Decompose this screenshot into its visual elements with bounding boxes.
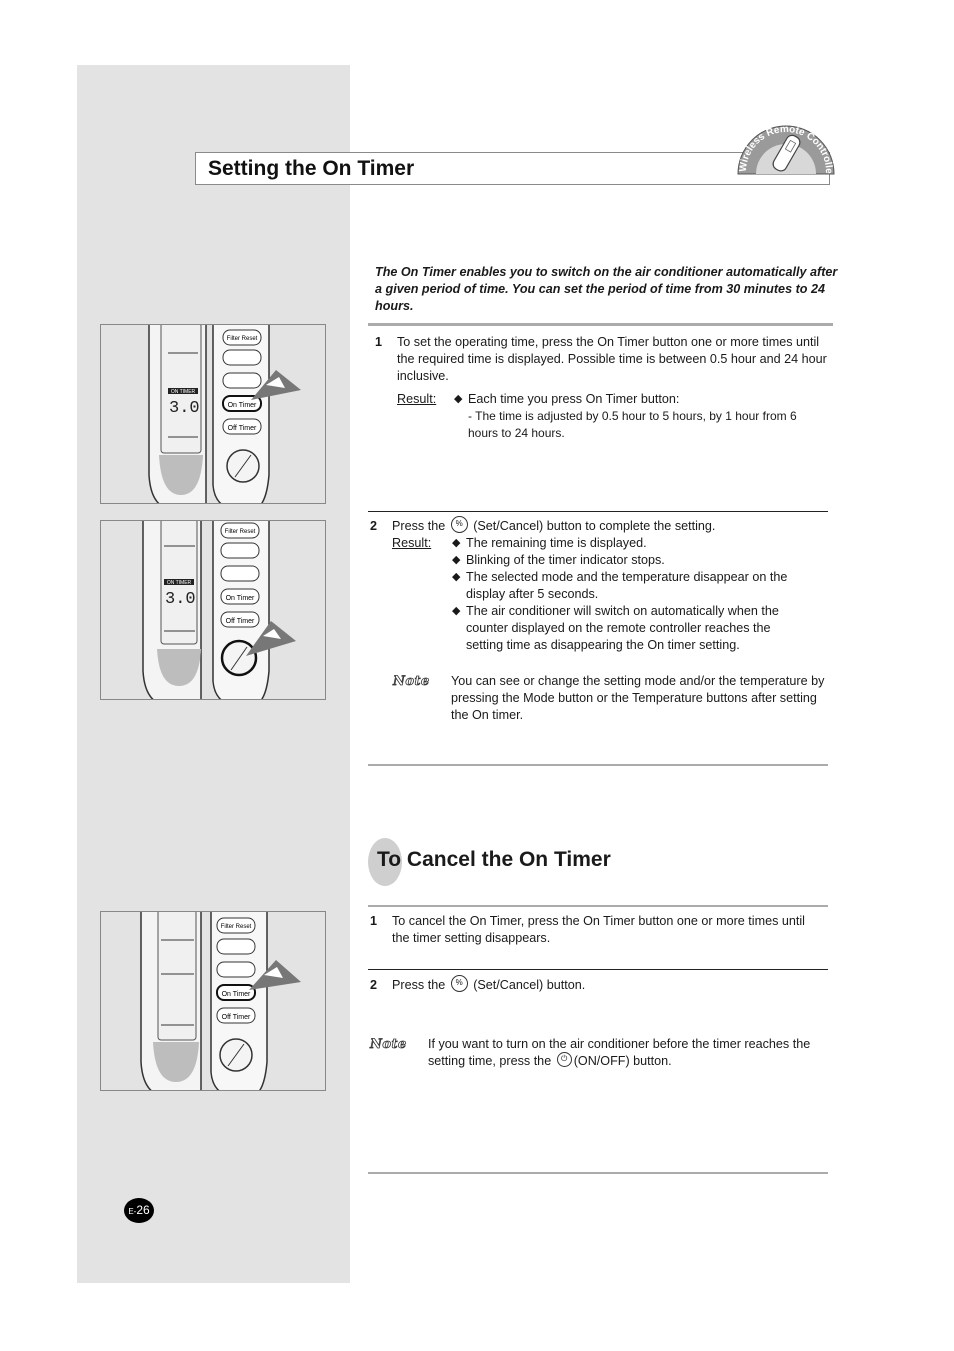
set-cancel-icon: % bbox=[450, 975, 468, 993]
divider bbox=[368, 1172, 828, 1174]
result-bullet: The air conditioner will switch on autom… bbox=[452, 603, 811, 654]
step-number: 1 bbox=[375, 335, 383, 349]
note-text-part: (ON/OFF) button. bbox=[573, 1054, 672, 1068]
result-bullet: Each time you press On Timer button: bbox=[454, 391, 834, 408]
step-number: 2 bbox=[370, 519, 378, 533]
remote-illustration-icon: ON TIMER 3.0 Filter Reset On Timer Off T… bbox=[142, 521, 296, 699]
page-title: Setting the On Timer bbox=[208, 157, 415, 180]
svg-text:ON TIMER: ON TIMER bbox=[167, 580, 192, 586]
svg-text:Filter Reset: Filter Reset bbox=[221, 924, 252, 930]
remote-illustration-icon: ON TIMER 3.0 Filter Reset On Timer Off T… bbox=[148, 325, 301, 503]
divider bbox=[368, 511, 828, 512]
cancel-title: To Cancel the On Timer bbox=[377, 848, 611, 871]
set-cancel-icon: % bbox=[450, 516, 468, 534]
svg-text:Filter Reset: Filter Reset bbox=[225, 529, 256, 535]
step-text: Press the bbox=[392, 519, 446, 533]
step-text: (Set/Cancel) button to complete the sett… bbox=[473, 519, 716, 533]
svg-text:3.0: 3.0 bbox=[169, 399, 200, 418]
svg-text:Off Timer: Off Timer bbox=[226, 618, 255, 625]
page-number-badge: E-26 bbox=[124, 1198, 154, 1223]
page-number: 26 bbox=[136, 1203, 150, 1217]
svg-text:Off Timer: Off Timer bbox=[228, 425, 257, 432]
remote-figure-3: Filter Reset On Timer Off Timer bbox=[100, 911, 326, 1091]
divider bbox=[368, 969, 828, 970]
step-text: To cancel the On Timer, press the On Tim… bbox=[392, 914, 805, 945]
remote-illustration-icon: Filter Reset On Timer Off Timer bbox=[140, 912, 301, 1090]
result-label: Result: bbox=[397, 392, 437, 406]
svg-text:On Timer: On Timer bbox=[226, 595, 255, 602]
svg-text:Off Timer: Off Timer bbox=[222, 1014, 251, 1021]
result-sub: - The time is adjusted by 0.5 hour to 5 … bbox=[468, 409, 797, 440]
result-bullet: The selected mode and the temperature di… bbox=[452, 569, 816, 603]
wireless-remote-badge-icon: Wireless Remote Controller bbox=[734, 116, 835, 175]
step-text: Press the bbox=[392, 978, 446, 992]
power-icon: ⏻ bbox=[556, 1052, 572, 1068]
note-label: Note bbox=[393, 674, 430, 690]
result-bullet: Blinking of the timer indicator stops. bbox=[452, 552, 827, 569]
svg-text:Filter Reset: Filter Reset bbox=[227, 336, 258, 342]
result-label: Result: bbox=[392, 536, 432, 551]
divider bbox=[368, 323, 833, 326]
note-text: If you want to turn on the air condition… bbox=[428, 1036, 828, 1070]
remote-figure-2: ON TIMER 3.0 Filter Reset On Timer Off T… bbox=[100, 520, 326, 700]
step-text: To set the operating time, press the On … bbox=[397, 335, 827, 383]
svg-text:3.0: 3.0 bbox=[165, 590, 196, 609]
divider bbox=[368, 905, 828, 907]
intro-text: The On Timer enables you to switch on th… bbox=[375, 265, 838, 313]
svg-text:ON TIMER: ON TIMER bbox=[171, 389, 196, 395]
note-text: You can see or change the setting mode a… bbox=[451, 674, 825, 722]
svg-text:On Timer: On Timer bbox=[228, 402, 257, 409]
step-number: 2 bbox=[370, 978, 378, 992]
step-number: 1 bbox=[370, 914, 378, 928]
result-bullet: The remaining time is displayed. bbox=[452, 535, 827, 552]
remote-figure-1: ON TIMER 3.0 Filter Reset On Timer Off T… bbox=[100, 324, 326, 504]
svg-text:On Timer: On Timer bbox=[222, 991, 251, 998]
step-text: (Set/Cancel) button. bbox=[473, 978, 586, 992]
note-label: Note bbox=[370, 1037, 407, 1053]
divider bbox=[368, 764, 828, 766]
